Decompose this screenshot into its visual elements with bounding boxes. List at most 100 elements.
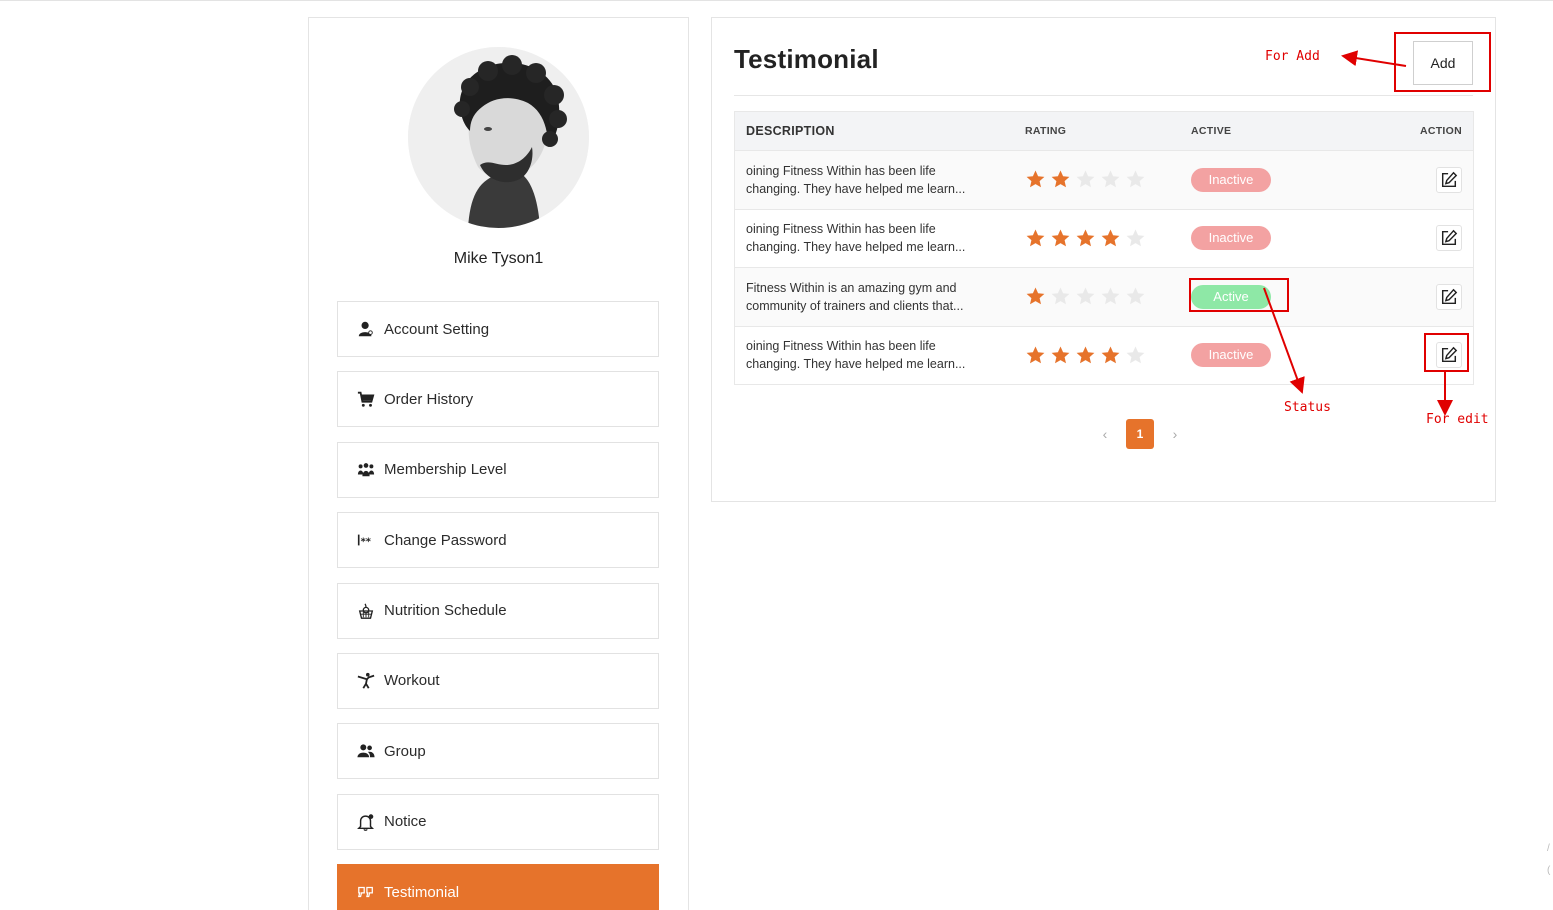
users-icon bbox=[356, 741, 376, 761]
star-empty-icon bbox=[1101, 170, 1120, 188]
rating-stars bbox=[1025, 286, 1191, 307]
description-line: changing. They have helped me learn... bbox=[746, 240, 966, 255]
table-row: Fitness Within is an amazing gym and comm… bbox=[735, 267, 1473, 326]
sidebar-item-nutrition-schedule[interactable]: Nutrition Schedule bbox=[337, 582, 659, 639]
sidebar-item-testimonial[interactable]: Testimonial bbox=[337, 864, 659, 910]
star-empty-icon bbox=[1126, 229, 1145, 247]
star-empty-icon bbox=[1051, 287, 1070, 305]
sidebar-item-label: Notice bbox=[384, 813, 427, 831]
quote-icon bbox=[356, 882, 376, 902]
star-filled-icon bbox=[1026, 229, 1045, 247]
status-badge[interactable]: Inactive bbox=[1191, 343, 1271, 368]
edit-button[interactable] bbox=[1436, 283, 1462, 310]
testimonial-table: DESCRIPTION RATING ACTIVE ACTION oining … bbox=[734, 111, 1474, 385]
bell-icon bbox=[356, 812, 376, 832]
people-group-icon bbox=[356, 460, 376, 480]
star-empty-icon bbox=[1076, 170, 1095, 188]
table-header: DESCRIPTION RATING ACTIVE ACTION bbox=[735, 112, 1473, 150]
star-empty-icon bbox=[1126, 170, 1145, 188]
next-page-button[interactable]: › bbox=[1168, 426, 1182, 442]
star-empty-icon bbox=[1076, 287, 1095, 305]
apple-basket-icon bbox=[356, 601, 376, 621]
sidebar-item-order-history[interactable]: Order History bbox=[337, 371, 659, 428]
avatar-portrait-image bbox=[408, 47, 589, 228]
sidebar-item-membership-level[interactable]: Membership Level bbox=[337, 441, 659, 498]
edit-button[interactable] bbox=[1436, 225, 1462, 252]
user-icon bbox=[356, 319, 376, 339]
rating-stars bbox=[1025, 345, 1191, 366]
edit-icon bbox=[1441, 229, 1458, 246]
prev-page-button[interactable]: ‹ bbox=[1098, 426, 1112, 442]
annotation-status-highlight bbox=[1189, 278, 1289, 312]
edit-button[interactable] bbox=[1436, 166, 1462, 193]
table-row: oining Fitness Within has been life chang… bbox=[735, 208, 1473, 267]
sidebar-item-label: Workout bbox=[384, 672, 440, 690]
annotation-for-add-label: For Add bbox=[1265, 49, 1320, 64]
star-filled-icon bbox=[1051, 229, 1070, 247]
pagination: ‹ 1 › bbox=[1098, 419, 1182, 449]
title-divider bbox=[734, 95, 1473, 96]
edit-icon bbox=[1441, 171, 1458, 187]
table-row: oining Fitness Within has been life chang… bbox=[735, 325, 1473, 384]
page-button-current[interactable]: 1 bbox=[1126, 419, 1154, 449]
avatar bbox=[408, 47, 589, 228]
description-line: Fitness Within is an amazing gym and bbox=[746, 280, 957, 295]
password-icon: ** bbox=[356, 530, 376, 550]
annotation-add-highlight bbox=[1394, 32, 1491, 92]
annotation-edit-highlight bbox=[1424, 333, 1469, 372]
svg-text:**: ** bbox=[361, 537, 371, 548]
testimonial-panel: Testimonial Add DESCRIPTION RATING ACTIV… bbox=[711, 17, 1496, 502]
star-filled-icon bbox=[1051, 170, 1070, 188]
star-filled-icon bbox=[1051, 346, 1070, 364]
edit-icon bbox=[1441, 288, 1458, 304]
sidebar-item-change-password[interactable]: ** Change Password bbox=[337, 512, 659, 569]
top-divider bbox=[0, 0, 1553, 1]
column-header-active: ACTIVE bbox=[1191, 125, 1232, 137]
profile-name: Mike Tyson1 bbox=[453, 250, 544, 267]
description-line: community of trainers and clients that..… bbox=[746, 298, 964, 313]
description-line: oining Fitness Within has been life bbox=[746, 222, 936, 237]
sidebar-menu: Account Setting Order History Membership… bbox=[337, 301, 659, 910]
star-filled-icon bbox=[1026, 346, 1045, 364]
star-filled-icon bbox=[1101, 346, 1120, 364]
table-body: oining Fitness Within has been life chang… bbox=[735, 150, 1473, 384]
status-cell: Inactive bbox=[1191, 167, 1369, 192]
description-line: oining Fitness Within has been life bbox=[746, 163, 936, 178]
testimonial-description: oining Fitness Within has been life chang… bbox=[735, 220, 1025, 256]
annotation-status-label: Status bbox=[1284, 400, 1331, 415]
status-cell: Inactive bbox=[1191, 343, 1369, 368]
sidebar-item-group[interactable]: Group bbox=[337, 723, 659, 780]
description-line: changing. They have helped me learn... bbox=[746, 181, 966, 196]
column-header-description: DESCRIPTION bbox=[746, 124, 835, 138]
sidebar-item-workout[interactable]: Workout bbox=[337, 652, 659, 709]
sidebar-item-label: Testimonial bbox=[384, 883, 460, 901]
sidebar-item-label: Account Setting bbox=[384, 320, 490, 338]
star-empty-icon bbox=[1126, 287, 1145, 305]
sidebar-item-label: Group bbox=[384, 742, 426, 760]
star-filled-icon bbox=[1076, 346, 1095, 364]
status-badge[interactable]: Inactive bbox=[1191, 167, 1271, 192]
cart-icon bbox=[356, 389, 376, 409]
sidebar-item-label: Change Password bbox=[384, 531, 507, 549]
status-cell: Inactive bbox=[1191, 226, 1369, 251]
testimonial-description: Fitness Within is an amazing gym and comm… bbox=[735, 279, 1025, 315]
action-cell bbox=[1369, 225, 1473, 252]
status-badge[interactable]: Inactive bbox=[1191, 226, 1271, 251]
testimonial-description: oining Fitness Within has been life chang… bbox=[735, 162, 1025, 198]
profile-sidebar: Mike Tyson1 Account Setting Order Histor… bbox=[308, 17, 689, 910]
description-line: oining Fitness Within has been life bbox=[746, 339, 936, 354]
page-title: Testimonial bbox=[734, 44, 879, 74]
sidebar-item-notice[interactable]: Notice bbox=[337, 793, 659, 850]
annotation-for-edit-label: For edit bbox=[1426, 412, 1489, 427]
table-row: oining Fitness Within has been life chang… bbox=[735, 150, 1473, 209]
star-filled-icon bbox=[1101, 229, 1120, 247]
sidebar-item-label: Membership Level bbox=[384, 461, 507, 479]
sidebar-item-account-setting[interactable]: Account Setting bbox=[337, 301, 659, 357]
star-empty-icon bbox=[1126, 346, 1145, 364]
column-header-rating: RATING bbox=[1025, 125, 1067, 137]
star-filled-icon bbox=[1026, 170, 1045, 188]
sidebar-item-label: Nutrition Schedule bbox=[384, 602, 507, 620]
description-line: changing. They have helped me learn... bbox=[746, 357, 966, 372]
star-filled-icon bbox=[1026, 287, 1045, 305]
star-empty-icon bbox=[1101, 287, 1120, 305]
